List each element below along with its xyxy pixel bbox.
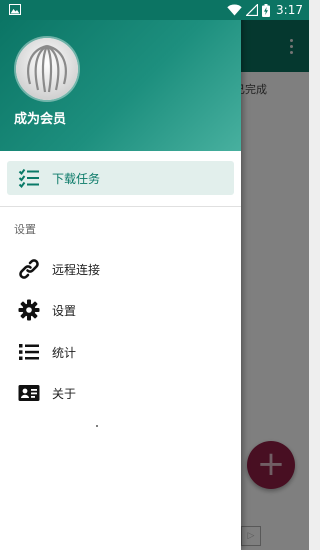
navigation-drawer: 成为会员 下载任务 设置 远程连接 设置 统计 关于: [0, 0, 241, 550]
avatar[interactable]: [16, 38, 78, 100]
signal-icon: [246, 4, 259, 16]
battery-charging-icon: [262, 3, 271, 17]
menu-item-label: 关于: [52, 386, 77, 401]
menu-item-remote-connection[interactable]: 远程连接: [0, 250, 241, 288]
image-icon: [9, 4, 21, 15]
download-tasks-icon: [18, 167, 40, 189]
menu-item-label: 下载任务: [52, 171, 101, 186]
section-label-settings: 设置: [14, 223, 36, 236]
list-icon: [18, 341, 40, 363]
status-bar: 3:17: [0, 0, 309, 20]
wifi-icon: [227, 4, 242, 16]
menu-item-statistics[interactable]: 统计: [0, 333, 241, 371]
gear-icon: [18, 299, 40, 321]
menu-item-label: 远程连接: [52, 262, 101, 277]
app-logo-icon: [16, 38, 78, 100]
menu-item-download-tasks[interactable]: 下载任务: [7, 161, 234, 195]
menu-item-label: 设置: [52, 303, 77, 318]
divider: [0, 206, 241, 207]
drawer-header: 成为会员: [0, 20, 241, 151]
menu-item-about[interactable]: 关于: [0, 374, 241, 412]
decorative-dot: [96, 425, 98, 427]
link-icon: [18, 258, 40, 280]
contact-card-icon: [18, 382, 40, 404]
become-member-link[interactable]: 成为会员: [14, 108, 66, 127]
status-time: 3:17: [276, 3, 303, 17]
menu-item-settings[interactable]: 设置: [0, 291, 241, 329]
menu-item-label: 统计: [52, 345, 77, 360]
